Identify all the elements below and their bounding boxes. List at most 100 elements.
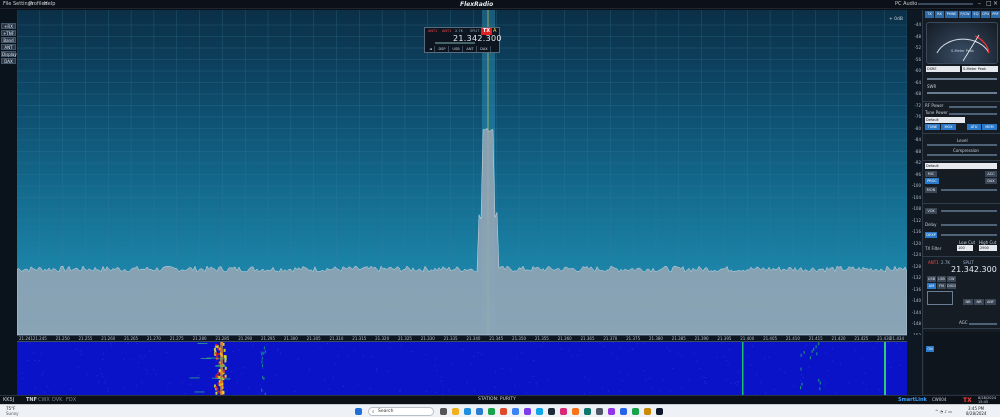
taskbar-search[interactable]: ⌕ Search <box>368 407 434 416</box>
mic-button[interactable]: MIC <box>925 171 937 177</box>
add-tnf-button[interactable]: +TNF <box>1 30 16 36</box>
mon-button[interactable]: MON <box>925 187 937 193</box>
mem-button[interactable]: MEM <box>982 124 997 130</box>
tnf-status[interactable]: TNF <box>26 397 37 403</box>
edge-icon[interactable] <box>464 408 471 415</box>
minimize-icon[interactable]: – <box>978 0 981 7</box>
mox-button[interactable]: MOX <box>941 124 956 130</box>
app-icon[interactable] <box>596 408 603 415</box>
dexp-slider[interactable] <box>941 234 997 236</box>
rf-power-slider[interactable] <box>949 106 997 108</box>
mic-level-slider[interactable] <box>927 144 997 146</box>
slice-tx-ant[interactable]: ANT1 <box>442 29 451 33</box>
tx-filter-low[interactable]: 100 <box>957 245 973 251</box>
nr-button[interactable]: NR <box>974 299 984 305</box>
app-icon[interactable] <box>536 408 543 415</box>
tune-power-slider[interactable] <box>949 113 997 115</box>
panadapter[interactable]: ANT1 ANT1 2.7K SPLIT TX A 21.342.300 ◄ D… <box>17 10 907 335</box>
mode-lsb-button[interactable]: LSB <box>937 276 946 282</box>
slice-flag[interactable]: ANT1 ANT1 2.7K SPLIT TX A 21.342.300 ◄ D… <box>424 27 502 53</box>
nb-button[interactable]: NB <box>963 299 973 305</box>
vox-button[interactable]: VOX <box>925 208 937 214</box>
app-icon[interactable] <box>572 408 579 415</box>
slice-dax-button[interactable]: DAX <box>478 46 491 52</box>
tab-cpu[interactable]: CPU <box>981 11 990 18</box>
tune-button[interactable]: TUNE <box>925 124 940 130</box>
anf-button[interactable]: ANF <box>985 299 996 305</box>
slice-ant-button[interactable]: ANT <box>464 46 477 52</box>
flexradio-icon[interactable] <box>656 408 663 415</box>
dvk-status[interactable]: DVK <box>52 397 62 403</box>
tab-eq[interactable]: EQ <box>972 11 980 18</box>
maximize-icon[interactable]: □ <box>986 0 992 7</box>
acc-button[interactable]: ACC <box>985 171 997 177</box>
tray-icons[interactable]: ^ ◔ ♪ ▭ <box>935 409 952 414</box>
ant-button[interactable]: ANT <box>1 44 16 50</box>
close-icon[interactable]: × <box>993 0 998 7</box>
frequency-scale[interactable]: 21.241 21.245 21.250 21.255 21.260 21.265 21.2… <box>17 335 907 342</box>
tab-rx[interactable]: RX <box>935 11 944 18</box>
dexp-button[interactable]: DEXP <box>925 232 937 238</box>
app-icon[interactable] <box>620 408 627 415</box>
teams-icon[interactable] <box>524 408 531 415</box>
menu-help[interactable]: Help <box>44 1 55 7</box>
tx-status[interactable]: TX <box>963 397 972 404</box>
app-icon[interactable] <box>584 408 591 415</box>
tab-pcw[interactable]: P/CW <box>959 11 971 18</box>
start-icon[interactable] <box>355 408 362 415</box>
tx-profile-select[interactable]: Default <box>925 117 965 123</box>
outlook-icon[interactable] <box>512 408 519 415</box>
meter-select-left[interactable]: DSRE <box>926 66 960 72</box>
display-button[interactable]: Display <box>1 51 17 57</box>
pc-audio-slider[interactable] <box>918 3 973 5</box>
vox-slider[interactable] <box>941 210 997 212</box>
mail-icon[interactable] <box>476 408 483 415</box>
proc-button[interactable]: PROC <box>925 178 939 184</box>
phone-profile-select[interactable]: Default <box>925 163 997 169</box>
dax-tx-button[interactable]: DAX <box>985 178 997 184</box>
dax-button[interactable]: DAX <box>1 58 16 64</box>
app-icon[interactable] <box>560 408 567 415</box>
tx-filter-high[interactable]: 2900 <box>979 245 997 251</box>
mode-cw-button[interactable]: CW <box>947 276 956 282</box>
tab-phne[interactable]: PHNE <box>945 11 958 18</box>
atu-button[interactable]: ATU <box>967 124 981 130</box>
office-icon[interactable] <box>500 408 507 415</box>
cwx-status[interactable]: CWX <box>38 397 50 403</box>
fdx-status[interactable]: FDX <box>66 397 76 403</box>
slice-volume-slider[interactable] <box>435 42 475 44</box>
mode-digu-button[interactable]: DIGU <box>947 283 956 289</box>
mode-usb-button[interactable]: USB <box>927 276 936 282</box>
filter-shape-display[interactable] <box>927 291 953 305</box>
tab-tx[interactable]: TX <box>925 11 934 18</box>
mon-slider[interactable] <box>941 189 997 191</box>
app-icon[interactable] <box>632 408 639 415</box>
file-explorer-icon[interactable] <box>452 408 459 415</box>
mode-am-button[interactable]: AM <box>927 283 936 289</box>
terminal-icon[interactable] <box>548 408 555 415</box>
app-icon[interactable] <box>608 408 615 415</box>
task-view-icon[interactable] <box>440 408 447 415</box>
tab-prf[interactable]: PRF <box>991 11 1000 18</box>
meter-select-right[interactable]: S-Meter Peak <box>962 66 998 72</box>
rx-frequency[interactable]: 21.342.300 <box>951 265 997 274</box>
app-icon[interactable] <box>644 408 651 415</box>
mode-fm-button[interactable]: FM <box>937 283 946 289</box>
db-scale[interactable]: -44 -48 -52 -56 -60 -64 -68 -72 -76 -80 -84 -88 -92 -… <box>907 10 922 338</box>
slice-rx-ant[interactable]: ANT1 <box>428 29 437 33</box>
menu-file[interactable]: File <box>3 1 11 7</box>
smartlink-status[interactable]: SmartLink <box>898 397 927 403</box>
pan-zoom-label[interactable]: + 0dB <box>889 17 903 22</box>
eq-on-button[interactable]: ON <box>926 346 934 352</box>
store-icon[interactable] <box>488 408 495 415</box>
rx-ant-label[interactable]: ANT1 <box>928 260 939 265</box>
band-button[interactable]: Band <box>1 37 16 43</box>
slice-split[interactable]: SPLIT <box>470 29 479 33</box>
slice-dsp-button[interactable]: DSP <box>436 46 449 52</box>
slice-mute-icon[interactable]: ◄ <box>427 46 435 52</box>
add-rx-button[interactable]: +RX <box>1 23 16 29</box>
agc-slider[interactable] <box>969 323 997 325</box>
clock-date[interactable]: 8/28/2024 <box>966 411 987 416</box>
slice-mode-button[interactable]: USB <box>450 46 463 52</box>
waterfall[interactable] <box>17 342 907 395</box>
